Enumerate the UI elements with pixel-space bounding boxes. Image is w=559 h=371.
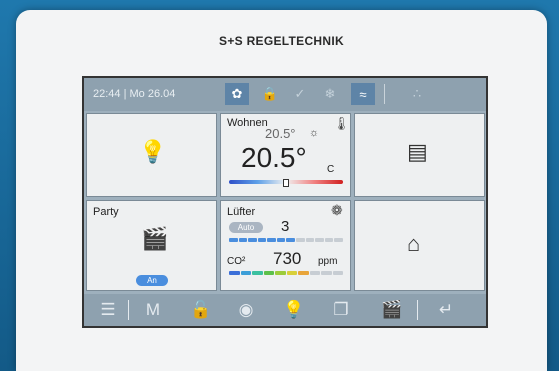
party-label: Party — [93, 206, 119, 218]
bar-segment — [229, 271, 240, 275]
room-temperature-tile[interactable]: Wohnen 20.5° ☼ 🌡 20.5° C — [220, 113, 351, 197]
bar-segment — [267, 238, 276, 242]
co2-level-bar — [229, 271, 343, 275]
touch-screen: 22:44 | Mo 26.04 ✿ 🔒 ✓ ❄ ≈ ∴ 💡 Wohnen 20… — [82, 76, 488, 328]
thermometer-icon: 🌡 — [333, 116, 350, 131]
lightbulb-icon[interactable]: 💡 — [280, 297, 308, 323]
leaf-icon[interactable]: ✿ — [225, 83, 249, 105]
brand-logo: S+S REGELTECHNIK — [219, 34, 344, 48]
bar-segment — [229, 238, 238, 242]
snowflake-icon[interactable]: ❄ — [318, 83, 342, 105]
temperature-slider-knob[interactable] — [283, 179, 289, 187]
bar-segment — [332, 271, 343, 275]
heat-icon[interactable]: ≈ — [351, 83, 375, 105]
light-tile[interactable]: 💡 — [86, 113, 217, 197]
bar-segment — [248, 238, 257, 242]
fan-icon: ❁ — [331, 202, 343, 218]
mode-button[interactable]: M — [139, 297, 167, 323]
party-tile[interactable]: Party 🎬 An — [86, 200, 217, 291]
party-status-badge: An — [136, 275, 168, 286]
copy-icon[interactable]: ❐ — [327, 297, 355, 323]
bar-segment — [305, 238, 315, 242]
bar-segment — [321, 271, 332, 275]
bar-segment — [286, 238, 296, 242]
bar-segment — [240, 271, 251, 275]
lock-icon[interactable]: 🔓 — [187, 297, 215, 323]
divider — [128, 300, 129, 320]
room-temperature: 20.5° — [241, 142, 307, 173]
divider — [417, 300, 418, 320]
bar-segment — [238, 238, 248, 242]
sun-indicator-icon: ☼ — [309, 127, 320, 139]
bar-segment — [296, 238, 305, 242]
datetime: 22:44 | Mo 26.04 — [93, 88, 176, 100]
check-icon[interactable]: ✓ — [288, 83, 312, 105]
temperature-unit: C — [327, 164, 335, 175]
fan-level: 3 — [281, 218, 290, 235]
bar-segment — [298, 271, 309, 275]
bar-segment — [309, 271, 320, 275]
fan-level-bar — [229, 238, 343, 242]
presence-tile[interactable]: ⌂ — [354, 200, 485, 291]
bottom-toolbar: ☰ M 🔓 ◉ 💡 ❐ 🎬 ↵ — [84, 294, 486, 326]
bar-segment — [257, 238, 267, 242]
drops-icon[interactable]: ∴ — [405, 83, 429, 105]
wireless-icon[interactable]: ◉ — [232, 297, 260, 323]
lightbulb-icon: 💡 — [139, 139, 167, 164]
co2-unit: ppm — [318, 256, 338, 267]
blinds-icon: ▤ — [407, 139, 428, 164]
fan-mode-badge[interactable]: Auto — [229, 222, 263, 233]
status-bar: 22:44 | Mo 26.04 ✿ 🔒 ✓ ❄ ≈ ∴ — [84, 78, 486, 111]
device-housing: S+S REGELTECHNIK 22:44 | Mo 26.04 ✿ 🔒 ✓ … — [16, 10, 547, 371]
scene-icon[interactable]: 🎬 — [378, 297, 406, 323]
blinds-tile[interactable]: ▤ — [354, 113, 485, 197]
enter-icon[interactable]: ↵ — [432, 297, 460, 323]
bar-segment — [334, 238, 343, 242]
bar-segment — [315, 238, 324, 242]
bar-segment — [252, 271, 263, 275]
bar-segment — [263, 271, 274, 275]
menu-icon[interactable]: ☰ — [94, 297, 122, 323]
bar-segment — [276, 238, 286, 242]
bar-segment — [275, 271, 286, 275]
co2-label: CO² — [227, 256, 246, 267]
home-person-icon: ⌂ — [407, 231, 421, 256]
setpoint-temperature: 20.5° — [265, 126, 296, 141]
bar-segment — [286, 271, 297, 275]
divider — [384, 84, 385, 104]
bar-segment — [324, 238, 334, 242]
room-label: Wohnen — [227, 117, 268, 129]
lock-icon[interactable]: 🔒 — [258, 83, 282, 105]
fan-co2-tile[interactable]: Lüfter ❁ Auto 3 CO² 730 ppm — [220, 200, 351, 291]
co2-value: 730 — [273, 249, 302, 268]
clapperboard-icon: 🎬 — [141, 226, 169, 251]
fan-label: Lüfter — [227, 206, 256, 218]
